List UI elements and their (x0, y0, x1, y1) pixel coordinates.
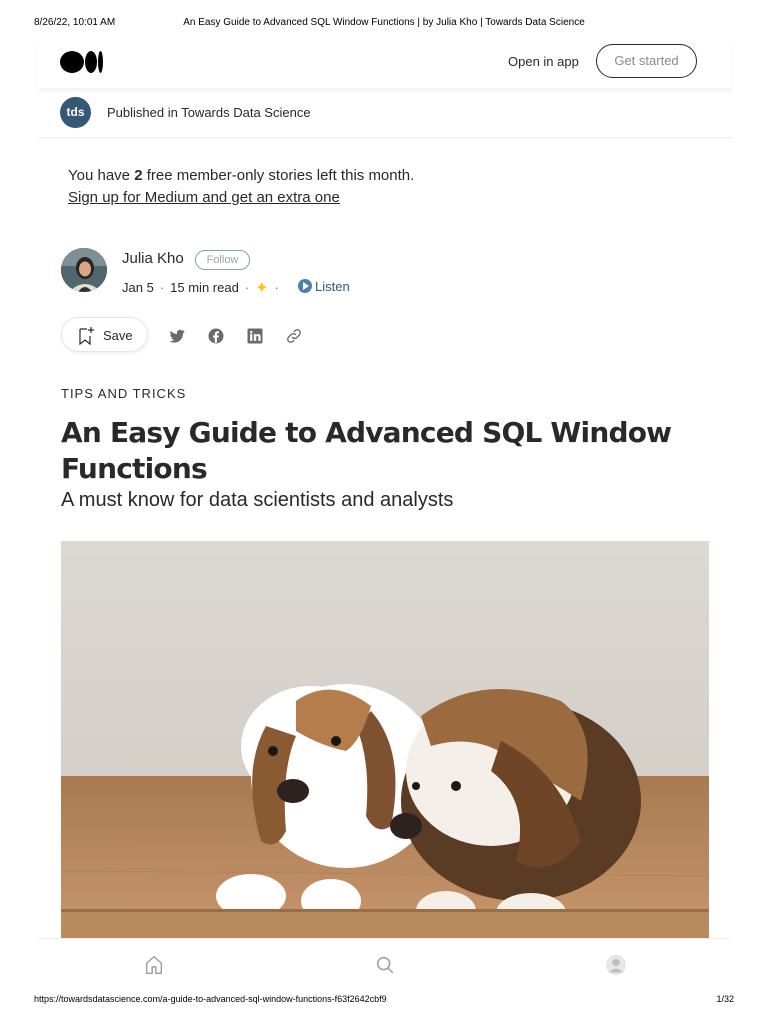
print-header: 8/26/22, 10:01 AM An Easy Guide to Advan… (34, 17, 734, 29)
twitter-icon[interactable] (168, 327, 186, 345)
listen-label: Listen (315, 279, 350, 294)
article-subtitle: A must know for data scientists and anal… (61, 489, 454, 511)
publish-date: Jan 5 (122, 280, 154, 295)
bookmark-add-icon (79, 327, 94, 346)
profile-icon[interactable] (605, 954, 627, 976)
linkedin-icon[interactable] (246, 327, 264, 345)
print-footer: https://towardsdatascience.com/a-guide-t… (34, 994, 734, 1006)
article-meta: Jan 5 · 15 min read · ✦ · (122, 280, 279, 297)
search-icon[interactable] (374, 954, 396, 976)
article-kicker[interactable]: TIPS AND TRICKS (61, 386, 186, 401)
page-counter: 1/32 (716, 994, 734, 1004)
save-label: Save (103, 328, 133, 343)
open-in-app-link[interactable]: Open in app (508, 54, 579, 69)
get-started-button[interactable]: Get started (596, 44, 697, 78)
signup-link[interactable]: Sign up for Medium and get an extra one (68, 187, 340, 209)
medium-logo-icon[interactable] (60, 49, 106, 75)
publication-logo[interactable]: tds (60, 97, 91, 128)
star-icon: ✦ (255, 280, 269, 297)
top-bar: Open in app Get started (38, 40, 732, 88)
remaining-stories-count: 2 (134, 167, 143, 184)
save-button[interactable]: Save (61, 317, 148, 352)
print-url: https://towardsdatascience.com/a-guide-t… (34, 994, 387, 1004)
link-icon[interactable] (285, 327, 303, 345)
author-name[interactable]: Julia Kho (122, 250, 184, 267)
follow-button[interactable]: Follow (195, 250, 250, 270)
bottom-navigation (38, 938, 732, 988)
publication-label[interactable]: Published in Towards Data Science (107, 105, 311, 120)
remaining-stories-text: You have 2 free member-only stories left… (68, 167, 415, 184)
article-title: An Easy Guide to Advanced SQL Window Fun… (61, 416, 672, 485)
print-page-title: An Easy Guide to Advanced SQL Window Fun… (183, 17, 585, 28)
publication-row: tds Published in Towards Data Science (38, 96, 732, 138)
member-stories-notice: You have 2 free member-only stories left… (68, 165, 414, 209)
facebook-icon[interactable] (207, 327, 225, 345)
listen-button[interactable]: Listen (298, 277, 350, 294)
read-time: 15 min read (170, 280, 239, 295)
home-icon[interactable] (143, 954, 165, 976)
author-avatar[interactable] (61, 248, 107, 292)
hero-image (61, 541, 709, 938)
play-icon (298, 279, 312, 293)
